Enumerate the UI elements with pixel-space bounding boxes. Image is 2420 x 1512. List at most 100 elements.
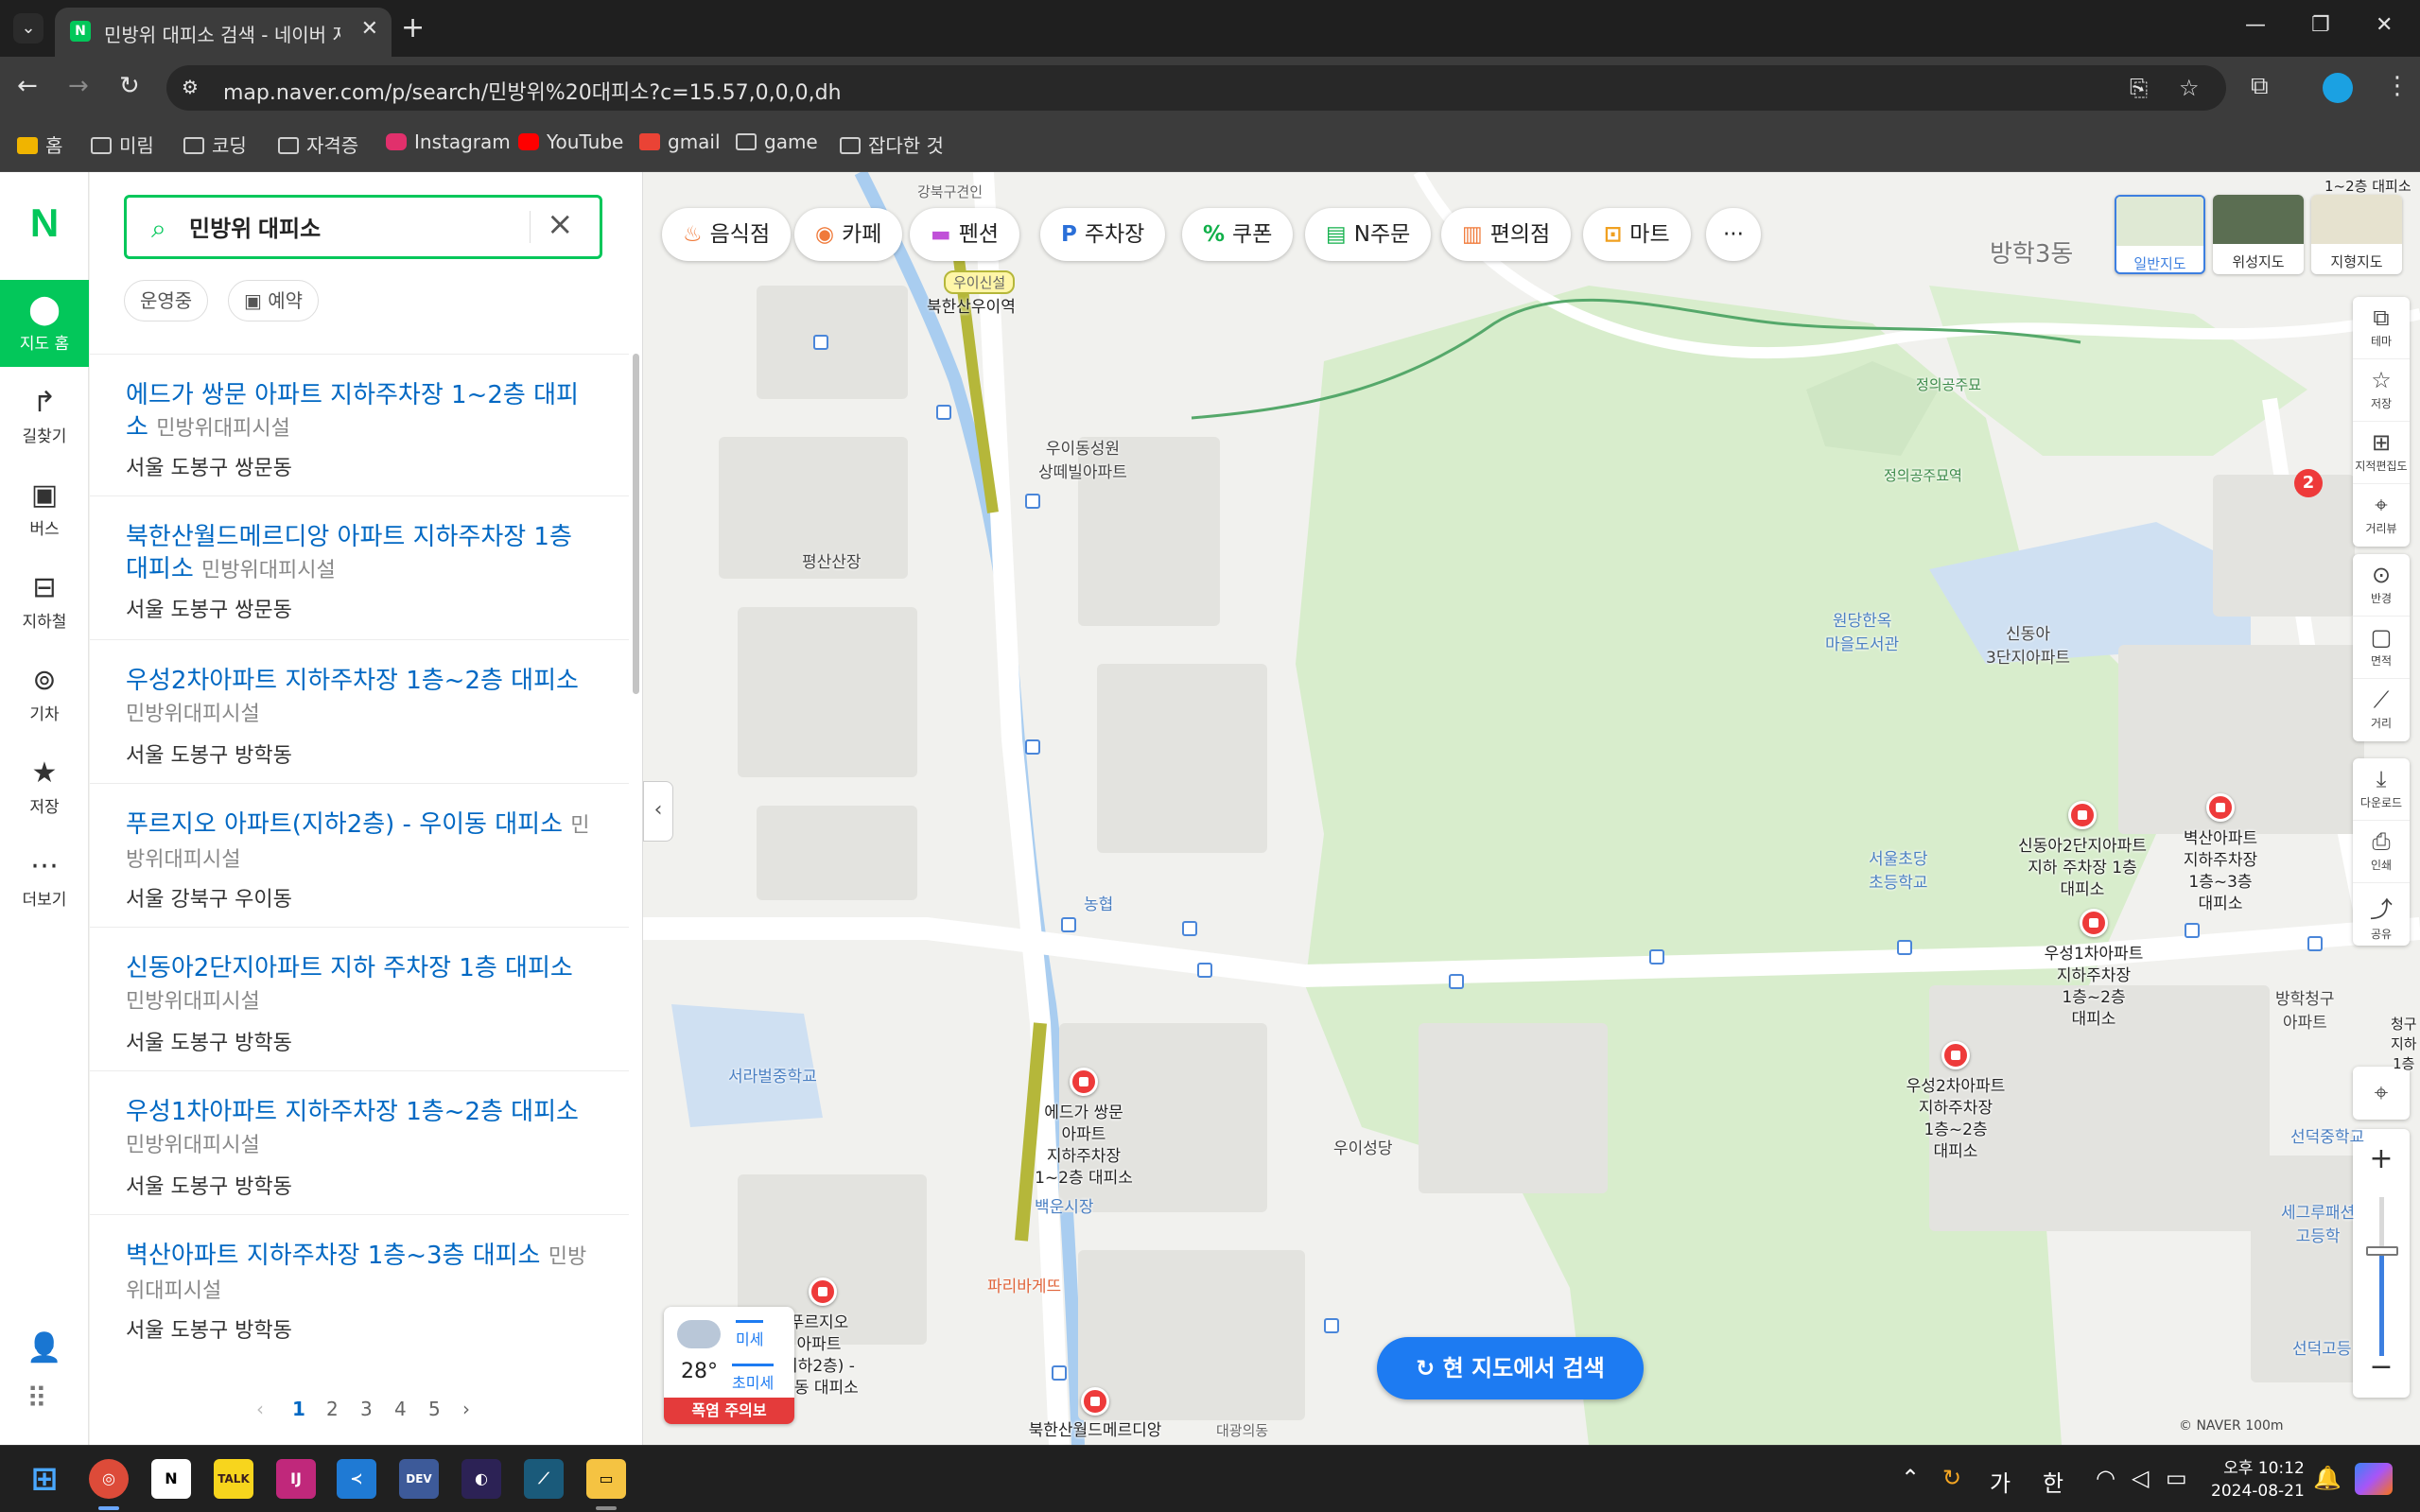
bus-stop-icon[interactable] xyxy=(1182,921,1197,936)
category-mart-button[interactable]: ⊡ 마트 xyxy=(1583,208,1691,261)
reload-icon[interactable]: ↻ xyxy=(119,72,140,100)
tool-distance[interactable]: ⟋ 거리 xyxy=(2353,679,2410,741)
result-title[interactable]: 푸르지오 아파트(지하2층) - 우이동 대피소 민방위대피시설 xyxy=(126,808,599,877)
eclipse-icon[interactable]: ◐ xyxy=(461,1459,501,1499)
ime-language[interactable]: 한 xyxy=(2043,1465,2063,1498)
search-input[interactable] xyxy=(189,213,511,239)
result-title[interactable]: 우성1차아파트 지하주차장 1층~2층 대피소 민방위대피시설 xyxy=(126,1096,599,1162)
result-scrollbar[interactable] xyxy=(633,354,639,694)
result-title[interactable]: 신동아2단지아파트 지하 주차장 1층 대피소 민방위대피시설 xyxy=(126,952,599,1018)
windows-start-icon[interactable]: ⊞ xyxy=(25,1459,64,1499)
result-title[interactable]: 벽산아파트 지하주차장 1층~3층 대피소 민방위대피시설 xyxy=(126,1240,599,1308)
place-label[interactable]: 평산산장 xyxy=(802,548,862,572)
file-explorer-icon[interactable]: ▭ xyxy=(586,1459,626,1499)
zoom-out-button[interactable]: − xyxy=(2353,1350,2410,1383)
rail-item-more[interactable]: ⋯ 더보기 xyxy=(0,836,89,923)
station-label[interactable]: 북한산우이역 xyxy=(927,293,1016,317)
next-page-icon[interactable]: › xyxy=(462,1398,470,1420)
tool-streetview[interactable]: ⌖ 거리뷰 xyxy=(2353,484,2410,547)
prev-page-icon[interactable]: ‹ xyxy=(256,1398,264,1420)
place-label[interactable]: 우이성당 xyxy=(1333,1135,1393,1158)
battery-icon[interactable]: ▭ xyxy=(2166,1465,2187,1491)
maptype-terrain[interactable]: 지형지도 xyxy=(2311,195,2402,274)
bus-stop-icon[interactable] xyxy=(1061,917,1076,932)
filter-chip-reservation[interactable]: ▣ 예약 xyxy=(228,280,320,322)
restore-icon[interactable]: ❐ xyxy=(2311,13,2330,37)
install-app-icon[interactable]: ⎘ xyxy=(2130,75,2148,101)
bookmark-instagram[interactable]: Instagram xyxy=(386,130,511,153)
browser-tab[interactable]: N 민방위 대피소 검색 - 네이버 지도 ✕ xyxy=(55,8,392,57)
notification-bell-icon[interactable]: 🔔 xyxy=(2313,1465,2342,1491)
bus-stop-icon[interactable] xyxy=(1025,739,1040,755)
rail-item-saved[interactable]: ★ 저장 xyxy=(0,743,89,830)
shelter-pin-label[interactable]: 신동아2단지아파트 지하 주차장 1층 대피소 xyxy=(2018,836,2147,901)
filter-chip-open-now[interactable]: 운영중 xyxy=(124,280,209,322)
tool-radius[interactable]: ⊙ 반경 xyxy=(2353,554,2410,617)
tray-overflow-icon[interactable]: ⌃ xyxy=(1901,1465,1920,1491)
bus-stop-icon[interactable] xyxy=(1649,949,1664,965)
list-item[interactable]: 우성2차아파트 지하주차장 1층~2층 대피소 민방위대피시설 서울 도봉구 방… xyxy=(90,639,629,783)
shelter-pin[interactable] xyxy=(2206,793,2235,822)
list-item[interactable]: 벽산아파트 지하주차장 1층~3층 대피소 민방위대피시설 서울 도봉구 방학동 xyxy=(90,1214,629,1375)
place-label[interactable]: 원당한옥 마을도서관 xyxy=(1825,607,1899,654)
system-clock[interactable]: 오후 10:12 2024-08-21 xyxy=(2211,1457,2305,1503)
bus-stop-icon[interactable] xyxy=(936,405,951,420)
page-link[interactable]: 4 xyxy=(394,1398,407,1420)
bookmark-folder[interactable]: 자격증 xyxy=(278,130,358,158)
bus-stop-icon[interactable] xyxy=(1449,974,1464,989)
pin-cluster[interactable]: 2 xyxy=(2294,469,2323,497)
forward-icon[interactable]: → xyxy=(68,72,89,100)
place-label[interactable]: 백운시장 xyxy=(1035,1193,1094,1217)
place-label[interactable]: 서울초당 초등학교 xyxy=(1869,845,1928,893)
browser-menu-icon[interactable]: ⋮ xyxy=(2385,72,2410,100)
result-title[interactable]: 북한산월드메르디앙 아파트 지하주차장 1층 대피소 민방위대피시설 xyxy=(126,521,599,587)
tool-cadastral[interactable]: ⊞ 지적편집도 xyxy=(2353,422,2410,484)
rail-item-map-home[interactable]: ⬤ 지도 홈 xyxy=(0,280,89,367)
devcpp-icon[interactable]: DEV xyxy=(399,1459,439,1499)
collapse-panel-button[interactable]: ‹ xyxy=(643,781,673,842)
bookmark-home[interactable]: 홈 xyxy=(17,130,62,158)
new-tab-button[interactable]: + xyxy=(401,11,425,44)
place-label[interactable]: 선덕중학교 xyxy=(2290,1123,2364,1147)
place-label[interactable]: 방학청구 아파트 xyxy=(2275,985,2335,1033)
my-location-button[interactable]: ⌖ xyxy=(2353,1067,2410,1120)
kakaotalk-icon[interactable]: TALK xyxy=(214,1459,253,1499)
copilot-icon[interactable] xyxy=(2355,1463,2393,1495)
close-window-icon[interactable]: ✕ xyxy=(2376,13,2393,37)
maptype-satellite[interactable]: 위성지도 xyxy=(2213,195,2304,274)
shelter-pin-label[interactable]: 에드가 쌍문 아파트 지하주차장 1~2층 대피소 xyxy=(1035,1103,1133,1190)
minimize-icon[interactable]: — xyxy=(2245,13,2266,37)
bus-stop-icon[interactable] xyxy=(1197,963,1212,978)
shelter-pin[interactable] xyxy=(1070,1068,1098,1096)
volume-icon[interactable]: ◁ xyxy=(2132,1465,2149,1491)
intellij-icon[interactable]: IJ xyxy=(276,1459,316,1499)
category-cafe-button[interactable]: ◉ 카페 xyxy=(794,208,903,261)
category-restaurant-button[interactable]: ♨ 음식점 xyxy=(662,208,792,261)
place-label[interactable]: 선덕고등 xyxy=(2292,1335,2352,1359)
bookmark-folder[interactable]: 잡다한 것 xyxy=(840,130,944,158)
ime-mode[interactable]: 가 xyxy=(1990,1465,2011,1498)
rail-item-bus[interactable]: ▣ 버스 xyxy=(0,465,89,552)
page-link[interactable]: 3 xyxy=(360,1398,373,1420)
apps-grid-icon[interactable]: ⠿ xyxy=(26,1382,47,1416)
shelter-pin[interactable] xyxy=(809,1277,837,1306)
page-link[interactable]: 2 xyxy=(326,1398,339,1420)
close-tab-icon[interactable]: ✕ xyxy=(361,17,378,41)
list-item[interactable]: 북한산월드메르디앙 아파트 지하주차장 1층 대피소 민방위대피시설 서울 도봉… xyxy=(90,495,629,639)
terminal-app-icon[interactable]: ⟋ xyxy=(524,1459,564,1499)
place-label[interactable]: 파리바게뜨 xyxy=(987,1273,1061,1296)
place-label[interactable]: 세그루패션 고등학 xyxy=(2281,1199,2355,1246)
sync-icon[interactable]: ↻ xyxy=(1942,1465,1961,1491)
list-item[interactable]: 에드가 쌍문 아파트 지하주차장 1~2층 대피소 민방위대피시설 서울 도봉구… xyxy=(90,354,629,495)
rail-item-train[interactable]: ⊚ 기차 xyxy=(0,651,89,738)
rail-item-subway[interactable]: ⊟ 지하철 xyxy=(0,558,89,645)
bus-stop-icon[interactable] xyxy=(2307,936,2323,951)
result-title[interactable]: 에드가 쌍문 아파트 지하주차장 1~2층 대피소 민방위대피시설 xyxy=(126,379,599,445)
shelter-pin-label[interactable]: 우성1차아파트 지하주차장 1층~2층 대피소 xyxy=(2045,944,2144,1031)
category-pension-button[interactable]: ▬ 펜션 xyxy=(910,208,1020,261)
notion-icon[interactable]: N xyxy=(151,1459,191,1499)
back-icon[interactable]: ← xyxy=(17,72,38,100)
clear-search-icon[interactable]: × xyxy=(547,205,574,243)
maptype-normal[interactable]: 일반지도 xyxy=(2115,195,2205,274)
result-title[interactable]: 우성2차아파트 지하주차장 1층~2층 대피소 민방위대피시설 xyxy=(126,665,599,731)
